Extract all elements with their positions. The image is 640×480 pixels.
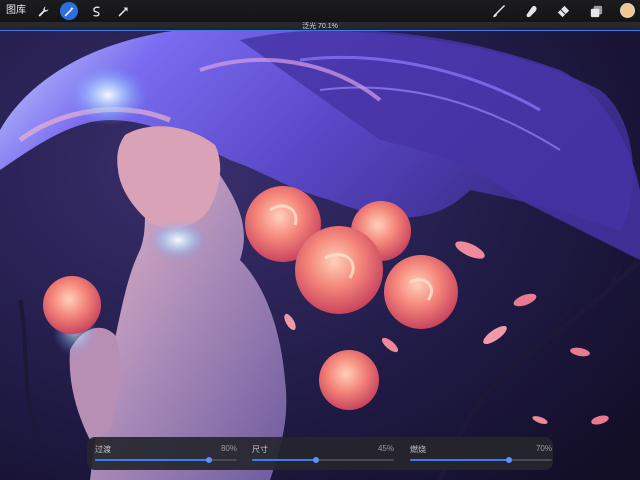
slider-label: 过渡	[95, 445, 111, 454]
selection-icon[interactable]	[87, 2, 105, 20]
slider-fill	[410, 459, 510, 461]
artwork-canvas[interactable]	[0, 0, 640, 480]
slider-track[interactable]	[410, 457, 552, 463]
slider-fill	[252, 459, 316, 461]
slider-track[interactable]	[252, 457, 394, 463]
slider-fill	[95, 459, 209, 461]
adjustment-slider-panel: 过渡 80% 尺寸 45% 燃烧 70%	[87, 437, 553, 470]
smudge-icon[interactable]	[521, 1, 541, 21]
adjustment-status-text: 泛光 70.1%	[302, 23, 338, 30]
wrench-icon[interactable]	[34, 2, 52, 20]
magic-wand-icon[interactable]	[60, 2, 78, 20]
gallery-button[interactable]: 图库	[6, 3, 26, 19]
slider-track[interactable]	[95, 457, 237, 463]
burn-slider[interactable]: 燃烧 70%	[410, 437, 552, 470]
slider-label: 尺寸	[252, 445, 268, 454]
transform-arrow-icon[interactable]	[114, 2, 132, 20]
top-toolbar: 图库	[0, 0, 640, 22]
size-slider[interactable]: 尺寸 45%	[252, 437, 394, 470]
slider-value: 70%	[535, 444, 552, 453]
eraser-icon[interactable]	[553, 1, 573, 21]
slider-value: 45%	[377, 444, 394, 453]
transition-slider[interactable]: 过渡 80%	[95, 437, 237, 470]
brush-icon[interactable]	[488, 1, 508, 21]
slider-value: 80%	[220, 444, 237, 453]
slider-knob[interactable]	[506, 457, 513, 463]
color-picker-swatch[interactable]	[620, 3, 635, 18]
slider-label: 燃烧	[410, 445, 426, 454]
layers-icon[interactable]	[586, 1, 606, 21]
slider-knob[interactable]	[312, 457, 319, 463]
status-divider	[0, 30, 640, 31]
slider-knob[interactable]	[205, 457, 212, 463]
